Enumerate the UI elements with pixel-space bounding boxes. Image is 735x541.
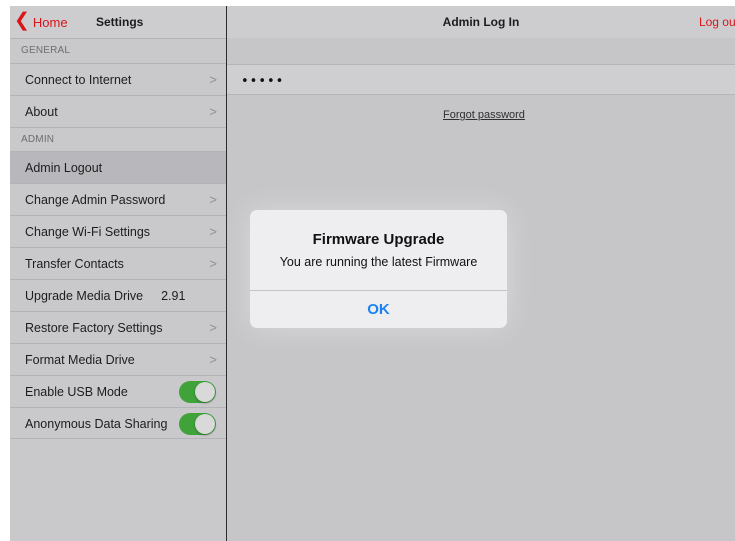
sidebar-item-anonymous-data-sharing: Anonymous Data Sharing xyxy=(10,407,226,439)
password-field-row xyxy=(227,64,735,95)
sidebar-item-label: Change Wi-Fi Settings xyxy=(25,225,151,239)
alert-title: Firmware Upgrade xyxy=(312,231,445,248)
chevron-right-icon: > xyxy=(209,72,217,87)
chevron-right-icon: > xyxy=(209,256,217,271)
forgot-password-link[interactable]: Forgot password xyxy=(443,109,525,121)
sidebar-item-restore-factory-settings[interactable]: Restore Factory Settings > xyxy=(10,311,226,343)
sidebar-item-admin-logout[interactable]: Admin Logout xyxy=(10,151,226,183)
sidebar-item-label: Admin Logout xyxy=(25,161,103,175)
sidebar-item-change-wifi-settings[interactable]: Change Wi-Fi Settings > xyxy=(10,215,226,247)
toggle-knob xyxy=(195,414,215,434)
sidebar-item-connect-to-internet[interactable]: Connect to Internet > xyxy=(10,63,226,95)
page-title: Admin Log In xyxy=(442,15,520,29)
section-header-general: GENERAL xyxy=(21,45,71,56)
sidebar-item-label: Anonymous Data Sharing xyxy=(25,417,168,431)
sidebar-item-transfer-contacts[interactable]: Transfer Contacts > xyxy=(10,247,226,279)
main-nav-bar: Admin Log In Log out xyxy=(227,6,735,38)
chevron-right-icon: > xyxy=(209,104,217,119)
sidebar-item-label: Transfer Contacts xyxy=(25,257,124,271)
sidebar-item-label: Restore Factory Settings xyxy=(25,321,163,335)
section-header-admin: ADMIN xyxy=(10,127,226,151)
sidebar-item-label: Format Media Drive xyxy=(25,353,135,367)
sidebar-item-about[interactable]: About > xyxy=(10,95,226,127)
sidebar-item-label: Change Admin Password xyxy=(25,193,166,207)
home-label: Home xyxy=(32,14,68,30)
sidebar-item-label: Enable USB Mode xyxy=(25,385,128,399)
chevron-right-icon: > xyxy=(209,192,217,207)
sidebar-item-label: Upgrade Media Drive xyxy=(25,289,144,303)
sidebar-title: Settings xyxy=(96,15,144,29)
home-back-button[interactable]: ❮ Home xyxy=(14,10,68,31)
firmware-alert-dialog: Firmware Upgrade You are running the lat… xyxy=(250,210,507,328)
sidebar-nav-bar: ❮ Home Settings xyxy=(10,6,226,39)
app-frame: ❮ Home Settings GENERAL Connect to Inter… xyxy=(10,6,735,541)
sidebar-item-label: Connect to Internet xyxy=(25,73,132,87)
firmware-version: 2.91 xyxy=(161,289,186,303)
chevron-right-icon: > xyxy=(209,320,217,335)
ok-button[interactable]: OK xyxy=(250,291,507,328)
sidebar-item-enable-usb-mode: Enable USB Mode xyxy=(10,375,226,407)
logout-button[interactable]: Log out xyxy=(699,15,735,29)
toggle-knob xyxy=(195,382,215,402)
chevron-right-icon: > xyxy=(209,224,217,239)
usb-mode-toggle[interactable] xyxy=(179,381,216,403)
sidebar-item-label: About xyxy=(25,105,58,119)
sidebar-item-change-admin-password[interactable]: Change Admin Password > xyxy=(10,183,226,215)
password-field[interactable] xyxy=(239,69,723,93)
sidebar: ❮ Home Settings GENERAL Connect to Inter… xyxy=(10,6,226,541)
chevron-right-icon: > xyxy=(209,352,217,367)
sidebar-item-upgrade-media-drive[interactable]: Upgrade Media Drive 2.91 xyxy=(10,279,226,311)
chevron-left-icon: ❮ xyxy=(14,10,30,31)
sidebar-item-format-media-drive[interactable]: Format Media Drive > xyxy=(10,343,226,375)
data-sharing-toggle[interactable] xyxy=(179,413,216,435)
alert-message: You are running the latest Firmware xyxy=(279,255,478,269)
